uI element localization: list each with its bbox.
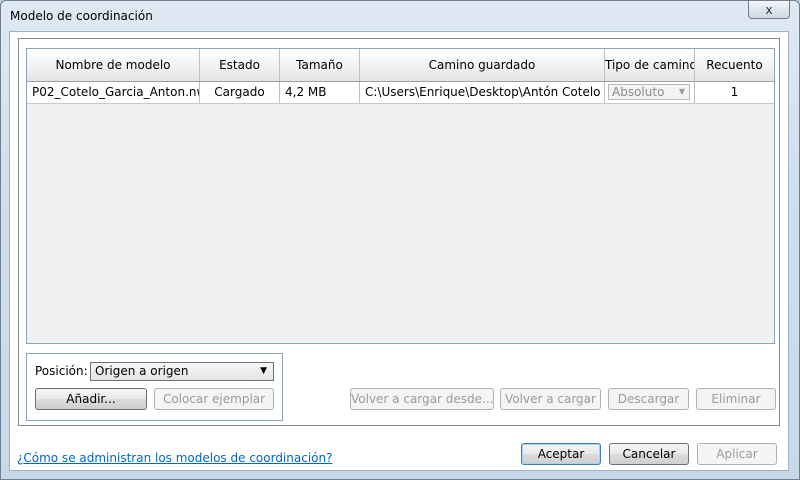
- grid-header: Nombre de modelo Estado Tamaño Camino gu…: [27, 49, 774, 82]
- chevron-down-icon: ▼: [678, 87, 685, 96]
- column-header-path-type[interactable]: Tipo de camino: [605, 49, 695, 81]
- remove-button[interactable]: Eliminar: [696, 388, 776, 410]
- path-type-select: Absoluto ▼: [608, 84, 690, 100]
- close-button[interactable]: x: [748, 1, 790, 19]
- add-button[interactable]: Añadir...: [35, 388, 147, 410]
- chevron-down-icon: ▼: [260, 366, 267, 376]
- unload-button[interactable]: Descargar: [608, 388, 689, 410]
- help-link[interactable]: ¿Cómo se administran los modelos de coor…: [17, 451, 332, 465]
- column-header-size[interactable]: Tamaño: [280, 49, 360, 81]
- position-group: Posición: Origen a origen ▼: [26, 353, 283, 421]
- saved-path-cell: C:\Users\Enrique\Desktop\Antón Cotelo Ga…: [360, 82, 605, 103]
- ok-button[interactable]: Aceptar: [521, 443, 601, 465]
- path-type-value: Absoluto: [612, 85, 665, 99]
- column-header-name[interactable]: Nombre de modelo: [27, 49, 200, 81]
- position-value: Origen a origen: [95, 364, 189, 378]
- position-select[interactable]: Origen a origen ▼: [90, 362, 274, 381]
- cancel-button[interactable]: Cancelar: [609, 443, 689, 465]
- models-grid[interactable]: Nombre de modelo Estado Tamaño Camino gu…: [26, 48, 775, 344]
- apply-button[interactable]: Aplicar: [697, 443, 777, 465]
- position-label: Posición:: [35, 364, 88, 378]
- model-name-cell: P02_Cotelo_Garcia_Anton.nwd: [27, 82, 200, 103]
- reload-button[interactable]: Volver a cargar: [500, 388, 601, 410]
- place-instance-button[interactable]: Colocar ejemplar: [154, 388, 274, 410]
- status-cell: Cargado: [200, 82, 280, 103]
- column-header-saved-path[interactable]: Camino guardado: [360, 49, 605, 81]
- path-type-cell: Absoluto ▼: [605, 82, 695, 103]
- column-header-status[interactable]: Estado: [200, 49, 280, 81]
- close-icon: x: [765, 3, 773, 17]
- count-cell: 1: [730, 85, 739, 99]
- column-header-count[interactable]: Recuento: [695, 49, 774, 81]
- dialog-title: Modelo de coordinación: [10, 9, 153, 23]
- size-cell: 4,2 MB: [280, 82, 360, 103]
- table-row[interactable]: P02_Cotelo_Garcia_Anton.nwd Cargado 4,2 …: [27, 82, 774, 104]
- reload-from-button[interactable]: Volver a cargar desde...: [350, 388, 494, 410]
